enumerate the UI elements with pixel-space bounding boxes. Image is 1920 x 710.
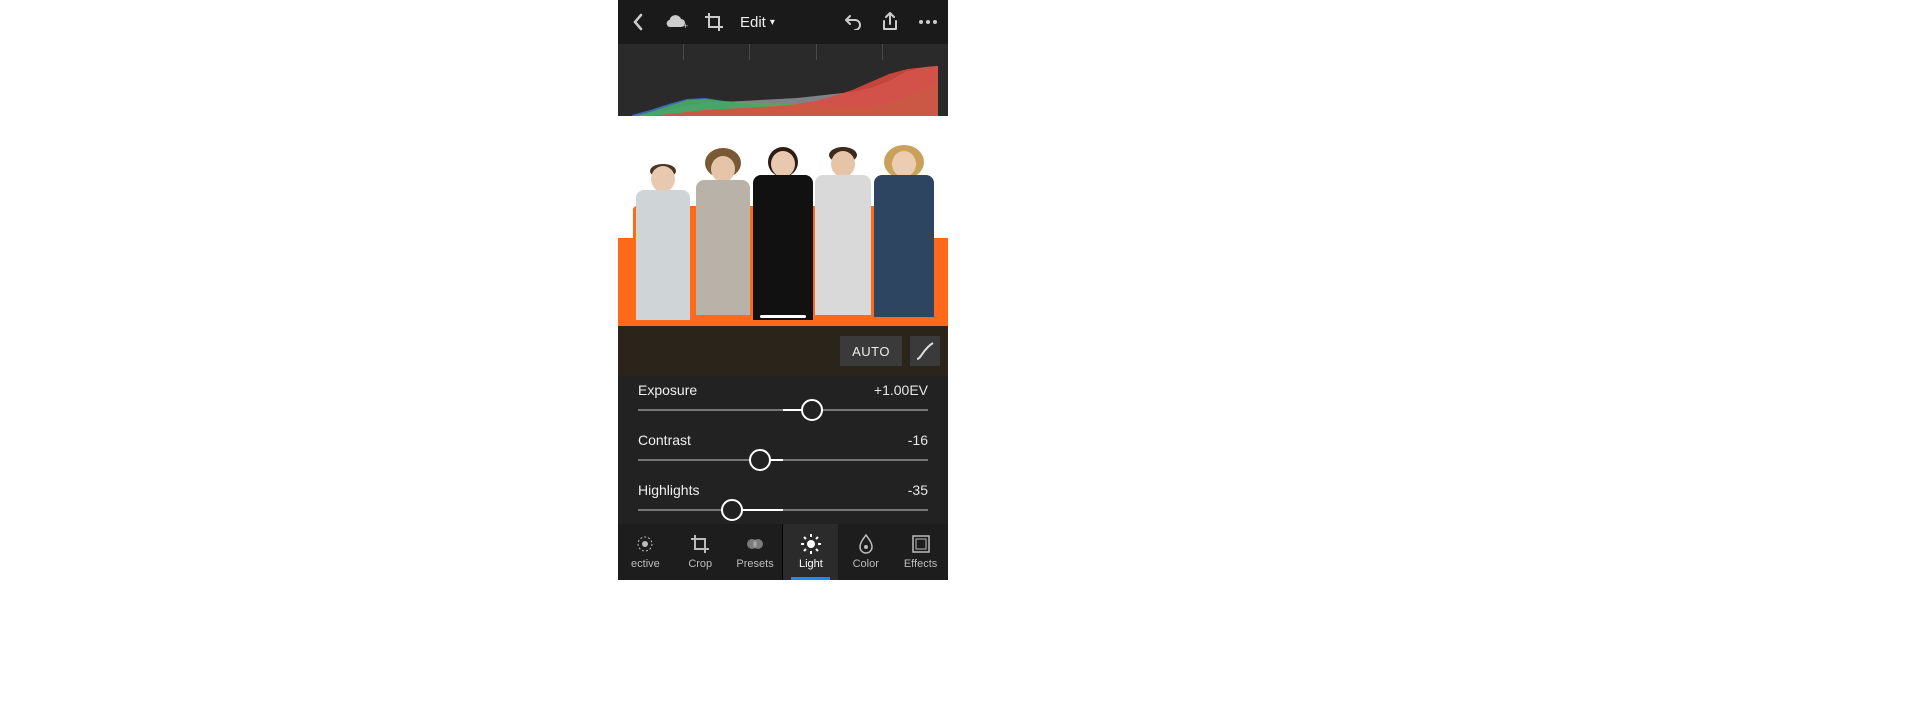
tab-presets[interactable]: Presets xyxy=(728,524,783,580)
tab-label: Light xyxy=(799,558,823,570)
slider-exposure: Exposure +1.00EV xyxy=(638,382,928,422)
slider-track[interactable] xyxy=(638,448,928,472)
cloud-add-icon[interactable]: + xyxy=(664,10,688,34)
undo-icon[interactable] xyxy=(840,10,864,34)
slider-value: +1.00EV xyxy=(874,382,928,398)
light-sliders: Exposure+1.00EVContrast-16Highlights-35S… xyxy=(618,376,948,548)
bottom-tabbar: ective Crop Presets Light Color Effects xyxy=(618,524,948,580)
slider-contrast: Contrast -16 xyxy=(638,432,928,472)
svg-text:+: + xyxy=(683,21,688,31)
histogram xyxy=(618,44,948,116)
presets-icon xyxy=(745,534,765,554)
edit-dropdown[interactable]: Edit ▾ xyxy=(740,14,775,31)
slider-thumb[interactable] xyxy=(721,499,743,521)
tab-color[interactable]: Color xyxy=(838,524,893,580)
selective-icon xyxy=(635,534,655,554)
edit-label: Edit xyxy=(740,14,766,31)
crop-icon-top[interactable] xyxy=(702,10,726,34)
app-screen: + Edit ▾ xyxy=(618,0,948,580)
back-icon[interactable] xyxy=(626,10,650,34)
slider-highlights: Highlights -35 xyxy=(638,482,928,522)
tab-label: Effects xyxy=(904,558,937,570)
chevron-down-icon: ▾ xyxy=(770,17,775,28)
share-icon[interactable] xyxy=(878,10,902,34)
slider-label: Contrast xyxy=(638,432,691,448)
crop-icon xyxy=(690,534,710,554)
slider-value: -35 xyxy=(908,482,928,498)
color-icon xyxy=(856,534,876,554)
auto-label: AUTO xyxy=(852,344,890,359)
tab-label: Crop xyxy=(688,558,712,570)
tab-label: Presets xyxy=(736,558,773,570)
slider-track[interactable] xyxy=(638,398,928,422)
tab-effects[interactable]: Effects xyxy=(893,524,948,580)
tab-crop[interactable]: Crop xyxy=(673,524,728,580)
auto-button[interactable]: AUTO xyxy=(840,336,902,366)
more-icon[interactable] xyxy=(916,10,940,34)
drag-handle-icon[interactable] xyxy=(760,315,806,318)
tab-light[interactable]: Light xyxy=(783,524,838,580)
tab-label: ective xyxy=(631,558,660,570)
slider-label: Highlights xyxy=(638,482,699,498)
slider-thumb[interactable] xyxy=(749,449,771,471)
top-toolbar: + Edit ▾ xyxy=(618,0,948,44)
tone-curve-button[interactable] xyxy=(910,336,940,366)
light-icon xyxy=(801,534,821,554)
slider-value: -16 xyxy=(908,432,928,448)
slider-label: Exposure xyxy=(638,382,697,398)
tab-selective[interactable]: ective xyxy=(618,524,673,580)
histogram-chart xyxy=(632,66,938,120)
tab-label: Color xyxy=(853,558,879,570)
photo-footer: AUTO xyxy=(618,326,948,376)
slider-thumb[interactable] xyxy=(801,399,823,421)
slider-track[interactable] xyxy=(638,498,928,522)
effects-icon xyxy=(911,534,931,554)
photo-preview[interactable] xyxy=(618,116,948,326)
